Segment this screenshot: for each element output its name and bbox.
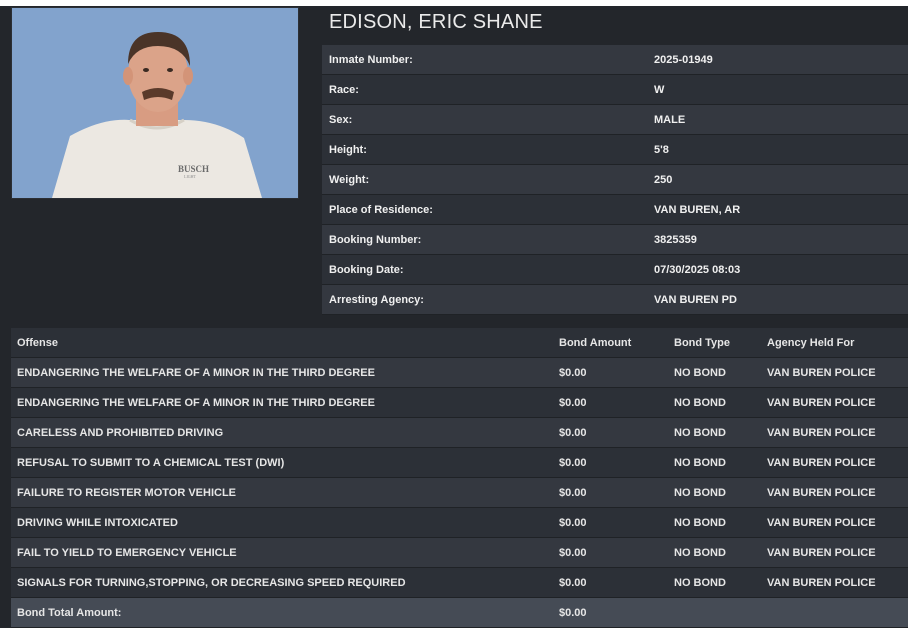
charge-bond-amount: $0.00 (559, 486, 587, 499)
charge-bond-type: NO BOND (674, 546, 726, 559)
top-bar (0, 0, 908, 6)
inmate-info-table: Inmate Number: 2025-01949 Race: W Sex: M… (322, 45, 908, 315)
charge-bond-amount: $0.00 (559, 546, 587, 559)
header-bond-type: Bond Type (674, 336, 731, 349)
charge-row: FAILURE TO REGISTER MOTOR VEHICLE $0.00 … (11, 478, 908, 508)
charge-row: ENDANGERING THE WELFARE OF A MINOR IN TH… (11, 358, 908, 388)
header-offense: Offense (17, 336, 58, 349)
charge-bond-amount: $0.00 (559, 456, 587, 469)
info-label: Place of Residence: (329, 203, 433, 216)
header-bond-amount: Bond Amount (559, 336, 632, 349)
info-value: 3825359 (654, 233, 697, 246)
info-label: Booking Number: (329, 233, 422, 246)
charge-row: ENDANGERING THE WELFARE OF A MINOR IN TH… (11, 388, 908, 418)
charge-offense: ENDANGERING THE WELFARE OF A MINOR IN TH… (17, 366, 375, 379)
charge-bond-amount: $0.00 (559, 366, 587, 379)
info-row-weight: Weight: 250 (322, 165, 908, 195)
charge-row: CARELESS AND PROHIBITED DRIVING $0.00 NO… (11, 418, 908, 448)
inmate-photo: BUSCH LIGHT (11, 7, 299, 199)
charge-agency: VAN BUREN POLICE (767, 576, 876, 589)
info-row-arresting-agency: Arresting Agency: VAN BUREN PD (322, 285, 908, 315)
charge-agency: VAN BUREN POLICE (767, 456, 876, 469)
info-row-inmate-number: Inmate Number: 2025-01949 (322, 45, 908, 75)
charge-bond-type: NO BOND (674, 366, 726, 379)
charge-offense: CARELESS AND PROHIBITED DRIVING (17, 426, 224, 439)
info-label: Inmate Number: (329, 53, 413, 66)
charge-agency: VAN BUREN POLICE (767, 396, 876, 409)
charge-bond-amount: $0.00 (559, 396, 587, 409)
info-row-booking-number: Booking Number: 3825359 (322, 225, 908, 255)
charge-offense: DRIVING WHILE INTOXICATED (17, 516, 178, 529)
charge-agency: VAN BUREN POLICE (767, 426, 876, 439)
charge-bond-type: NO BOND (674, 486, 726, 499)
info-label: Height: (329, 143, 367, 156)
info-row-residence: Place of Residence: VAN BUREN, AR (322, 195, 908, 225)
charges-table: Offense Bond Amount Bond Type Agency Hel… (11, 328, 908, 628)
charge-row: FAIL TO YIELD TO EMERGENCY VEHICLE $0.00… (11, 538, 908, 568)
bond-total-row: Bond Total Amount: $0.00 (11, 598, 908, 628)
charge-agency: VAN BUREN POLICE (767, 366, 876, 379)
info-value: MALE (654, 113, 686, 126)
charge-bond-type: NO BOND (674, 456, 726, 469)
charge-bond-type: NO BOND (674, 396, 726, 409)
info-label: Weight: (329, 173, 370, 186)
info-label: Race: (329, 83, 359, 96)
charge-row: REFUSAL TO SUBMIT TO A CHEMICAL TEST (DW… (11, 448, 908, 478)
mugshot-image: BUSCH LIGHT (12, 8, 298, 198)
info-row-race: Race: W (322, 75, 908, 105)
charge-agency: VAN BUREN POLICE (767, 486, 876, 499)
info-label: Sex: (329, 113, 353, 126)
inmate-name: EDISON, ERIC SHANE (329, 11, 543, 33)
info-value: 5'8 (654, 143, 669, 156)
charge-offense: FAILURE TO REGISTER MOTOR VEHICLE (17, 486, 237, 499)
charge-offense: ENDANGERING THE WELFARE OF A MINOR IN TH… (17, 396, 375, 409)
shirt-logo-subtext: LIGHT (184, 174, 197, 179)
charge-bond-type: NO BOND (674, 426, 726, 439)
info-value: VAN BUREN, AR (654, 203, 741, 216)
charge-bond-amount: $0.00 (559, 576, 587, 589)
shirt-logo-text: BUSCH (178, 164, 209, 174)
info-value: VAN BUREN PD (654, 293, 737, 306)
charge-bond-type: NO BOND (674, 576, 726, 589)
info-row-booking-date: Booking Date: 07/30/2025 08:03 (322, 255, 908, 285)
charge-offense: REFUSAL TO SUBMIT TO A CHEMICAL TEST (DW… (17, 456, 285, 469)
charge-bond-type: NO BOND (674, 516, 726, 529)
info-value: W (654, 83, 665, 96)
charge-row: SIGNALS FOR TURNING,STOPPING, OR DECREAS… (11, 568, 908, 598)
info-row-sex: Sex: MALE (322, 105, 908, 135)
header-agency: Agency Held For (767, 336, 855, 349)
info-label: Booking Date: (329, 263, 404, 276)
charges-header-row: Offense Bond Amount Bond Type Agency Hel… (11, 328, 908, 358)
charge-offense: FAIL TO YIELD TO EMERGENCY VEHICLE (17, 546, 237, 559)
info-value: 2025-01949 (654, 53, 713, 66)
info-label: Arresting Agency: (329, 293, 424, 306)
charge-offense: SIGNALS FOR TURNING,STOPPING, OR DECREAS… (17, 576, 406, 589)
charge-row: DRIVING WHILE INTOXICATED $0.00 NO BOND … (11, 508, 908, 538)
info-value: 07/30/2025 08:03 (654, 263, 741, 276)
info-row-height: Height: 5'8 (322, 135, 908, 165)
info-value: 250 (654, 173, 673, 186)
charge-agency: VAN BUREN POLICE (767, 546, 876, 559)
charge-bond-amount: $0.00 (559, 516, 587, 529)
charge-bond-amount: $0.00 (559, 426, 587, 439)
charge-agency: VAN BUREN POLICE (767, 516, 876, 529)
